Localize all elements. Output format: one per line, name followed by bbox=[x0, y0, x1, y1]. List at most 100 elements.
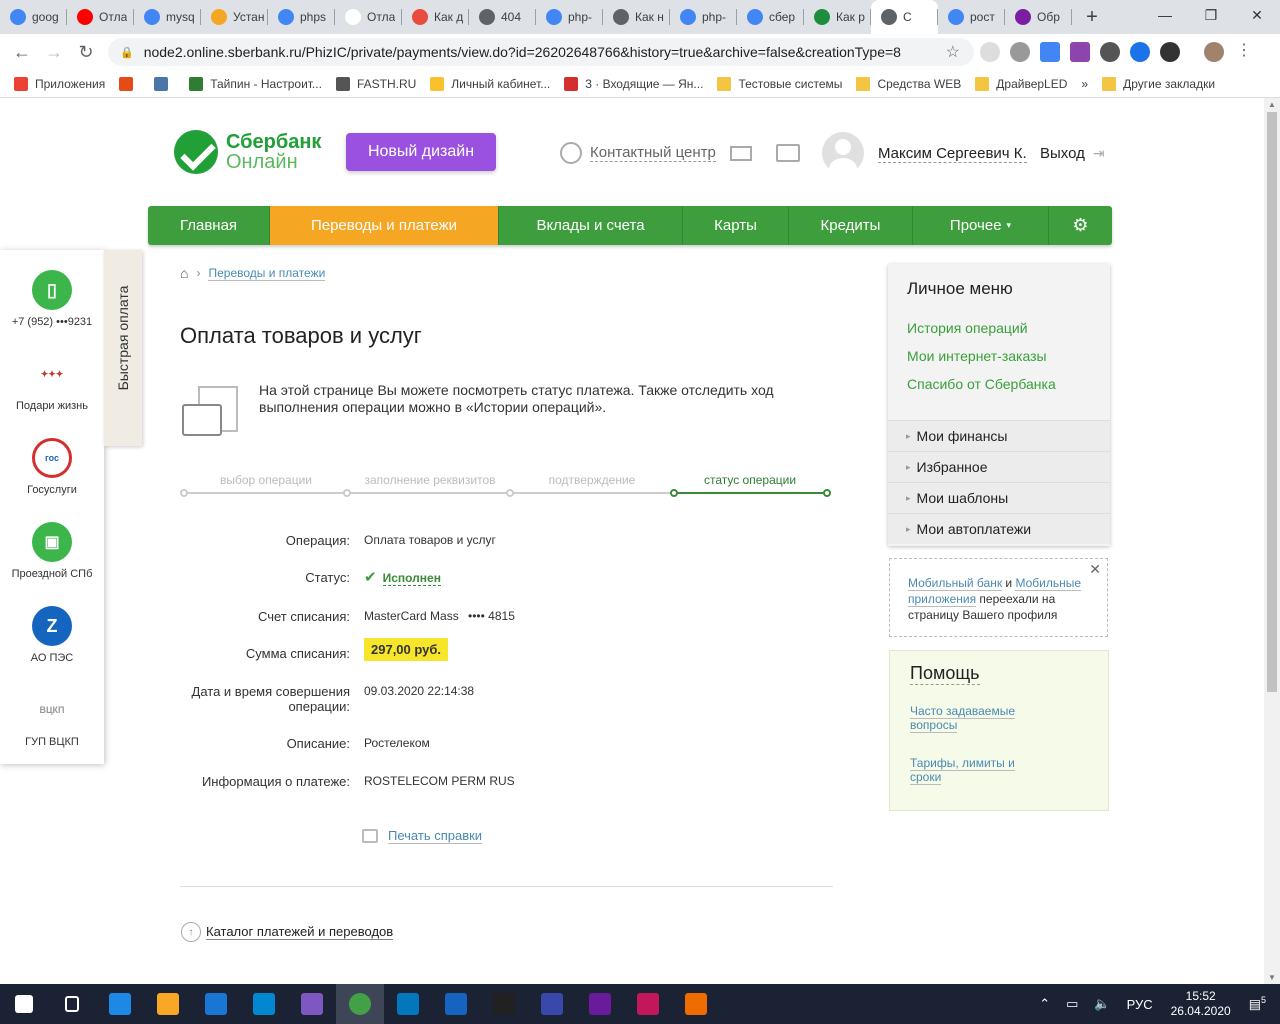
breadcrumb-link[interactable]: Переводы и платежи bbox=[208, 266, 326, 281]
page-scrollbar[interactable]: ▲ ▼ bbox=[1264, 98, 1280, 984]
browser-tab[interactable]: goog bbox=[0, 0, 67, 34]
bookmark-star-icon[interactable]: ☆ bbox=[946, 42, 960, 62]
personal-menu-link[interactable]: Спасибо от Сбербанка bbox=[907, 376, 1056, 392]
faq-link[interactable]: Часто задаваемые вопросы bbox=[910, 704, 1030, 733]
browser-tab[interactable]: сбер bbox=[737, 0, 804, 34]
quick-pay-item[interactable]: ВЦКП ГУП ВЦКП bbox=[0, 690, 104, 748]
logout-button[interactable]: Выход ⇥ bbox=[1040, 145, 1105, 162]
taskbar-app[interactable] bbox=[48, 984, 96, 1024]
network-icon[interactable]: ▭ bbox=[1066, 996, 1078, 1012]
extension-mask-icon[interactable] bbox=[1010, 42, 1030, 62]
taskbar-app[interactable] bbox=[96, 984, 144, 1024]
taskbar-app[interactable] bbox=[480, 984, 528, 1024]
close-icon[interactable]: ✕ bbox=[1234, 0, 1280, 30]
extension-translate-icon[interactable] bbox=[1040, 42, 1060, 62]
bookmark-item[interactable]: » bbox=[1081, 77, 1088, 91]
user-name[interactable]: Максим Сергеевич К. bbox=[878, 145, 1027, 163]
scroll-up-icon[interactable]: ▲ bbox=[1264, 100, 1280, 109]
bookmark-item[interactable]: ДрайверLED bbox=[975, 76, 1067, 91]
profile-avatar-icon[interactable] bbox=[1204, 42, 1224, 62]
quick-pay-tab[interactable]: Быстрая оплата bbox=[104, 250, 142, 446]
settings-gear-icon[interactable]: ⚙ bbox=[1049, 206, 1112, 245]
taskbar-app[interactable] bbox=[144, 984, 192, 1024]
chevron-up-icon[interactable]: ⌃ bbox=[1039, 996, 1050, 1012]
bookmark-item[interactable] bbox=[154, 76, 175, 91]
user-avatar[interactable] bbox=[822, 132, 864, 174]
bookmark-item[interactable]: Личный кабинет... bbox=[430, 76, 550, 91]
browser-tab[interactable]: Устан bbox=[201, 0, 268, 34]
clock[interactable]: 15:52 26.04.2020 bbox=[1171, 989, 1231, 1019]
notifications-icon[interactable]: ▤5 bbox=[1249, 995, 1266, 1012]
browser-tab[interactable]: mysq bbox=[134, 0, 201, 34]
chat-icon[interactable] bbox=[776, 144, 800, 162]
new-design-button[interactable]: Новый дизайн bbox=[346, 133, 496, 171]
taskbar-app[interactable] bbox=[528, 984, 576, 1024]
maximize-icon[interactable]: ❐ bbox=[1188, 0, 1234, 30]
nav-cards[interactable]: Карты bbox=[683, 206, 789, 245]
home-icon[interactable]: ⌂ bbox=[180, 265, 188, 281]
scrollbar-thumb[interactable] bbox=[1267, 112, 1277, 692]
nav-credits[interactable]: Кредиты bbox=[789, 206, 913, 245]
personal-menu-section[interactable]: Мои финансы bbox=[888, 420, 1110, 451]
browser-tab[interactable]: 404 bbox=[469, 0, 536, 34]
quick-pay-item[interactable]: ▣ Проездной СПб bbox=[0, 522, 104, 580]
taskbar-app[interactable] bbox=[336, 984, 384, 1024]
browser-tab[interactable]: С bbox=[871, 0, 938, 34]
volume-muted-icon[interactable]: 🔈 bbox=[1094, 996, 1110, 1012]
close-icon[interactable]: ✕ bbox=[1089, 561, 1101, 577]
browser-tab[interactable]: php- bbox=[536, 0, 603, 34]
bookmark-item[interactable]: Тестовые системы bbox=[717, 76, 842, 91]
taskbar-app[interactable] bbox=[288, 984, 336, 1024]
sberbank-logo[interactable]: Сбербанк Онлайн bbox=[174, 130, 321, 174]
bookmark-item[interactable]: Тайпин - Настроит... bbox=[189, 76, 322, 91]
forward-icon[interactable]: → bbox=[38, 42, 70, 63]
bookmark-item[interactable]: FASTH.RU bbox=[335, 76, 416, 91]
bookmark-item[interactable] bbox=[119, 76, 140, 91]
personal-menu-link[interactable]: Мои интернет-заказы bbox=[907, 348, 1047, 364]
bookmark-item[interactable]: Приложения bbox=[14, 76, 105, 91]
nav-home[interactable]: Главная bbox=[148, 206, 270, 245]
taskbar-app[interactable] bbox=[384, 984, 432, 1024]
extension-eye-icon[interactable] bbox=[1160, 42, 1180, 62]
quick-pay-item[interactable]: ✦✦✦ Подари жизнь bbox=[0, 354, 104, 412]
personal-menu-section[interactable]: Избранное bbox=[888, 451, 1110, 482]
taskbar-app[interactable] bbox=[240, 984, 288, 1024]
extension-gear-icon[interactable] bbox=[1100, 42, 1120, 62]
reload-icon[interactable]: ↻ bbox=[70, 42, 102, 63]
bookmark-item[interactable]: Другие закладки bbox=[1102, 76, 1215, 91]
nav-transfers-payments[interactable]: Переводы и платежи bbox=[270, 206, 499, 245]
taskbar-app[interactable] bbox=[432, 984, 480, 1024]
browser-tab[interactable]: Отла bbox=[335, 0, 402, 34]
contact-center-link[interactable]: Контактный центр bbox=[560, 142, 716, 164]
taskbar-app[interactable] bbox=[192, 984, 240, 1024]
taskbar-app[interactable] bbox=[576, 984, 624, 1024]
bookmark-item[interactable]: Средства WEB bbox=[856, 76, 961, 91]
back-icon[interactable]: ← bbox=[6, 42, 38, 63]
quick-pay-item[interactable]: ▯ +7 (952) •••9231 bbox=[0, 270, 104, 328]
personal-menu-section[interactable]: Мои автоплатежи bbox=[888, 513, 1110, 544]
quick-pay-item[interactable]: гос Госуслуги bbox=[0, 438, 104, 496]
url-field[interactable]: 🔒 node2.online.sberbank.ru/PhizIC/privat… bbox=[108, 38, 974, 66]
browser-tab[interactable]: Как д bbox=[402, 0, 469, 34]
catalog-link[interactable]: ↑ Каталог платежей и переводов bbox=[181, 922, 394, 942]
taskbar-app[interactable] bbox=[624, 984, 672, 1024]
print-receipt-link[interactable]: Печать справки bbox=[362, 828, 483, 844]
status-value[interactable]: Исполнен bbox=[382, 571, 441, 586]
envelope-icon[interactable] bbox=[730, 146, 752, 161]
nav-deposits-accounts[interactable]: Вклады и счета bbox=[499, 206, 683, 245]
personal-menu-section[interactable]: Мои шаблоны bbox=[888, 482, 1110, 513]
browser-tab[interactable]: Как н bbox=[603, 0, 670, 34]
nav-other[interactable]: Прочее ▾ bbox=[913, 206, 1049, 245]
personal-menu-link[interactable]: История операций bbox=[907, 320, 1028, 336]
bookmark-item[interactable]: 3 · Входящие — Ян... bbox=[564, 76, 703, 91]
scroll-down-icon[interactable]: ▼ bbox=[1264, 973, 1280, 982]
tariffs-link[interactable]: Тарифы, лимиты и сроки bbox=[910, 756, 1030, 785]
browser-tab[interactable]: Отла bbox=[67, 0, 134, 34]
browser-tab[interactable]: Обр bbox=[1005, 0, 1072, 34]
browser-tab[interactable]: Как р bbox=[804, 0, 871, 34]
extension-ae-icon[interactable] bbox=[980, 42, 1000, 62]
extension-globe-icon[interactable] bbox=[1130, 42, 1150, 62]
taskbar-app[interactable] bbox=[0, 984, 48, 1024]
language-indicator[interactable]: РУС bbox=[1127, 997, 1153, 1012]
browser-tab[interactable]: рост bbox=[938, 0, 1005, 34]
